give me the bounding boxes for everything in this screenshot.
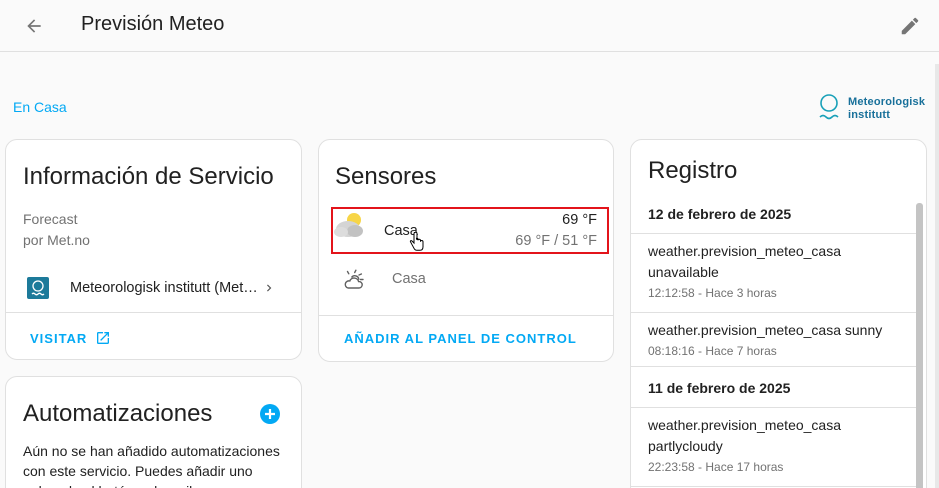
divider	[631, 407, 916, 408]
card-title: Sensores	[335, 163, 437, 190]
sensor-row-weather-2[interactable]: Casa	[331, 261, 609, 299]
automations-card: Automatizaciones Aún no se han añadido a…	[5, 376, 302, 488]
weather-partly-cloudy-outline-icon	[344, 269, 364, 289]
card-title: Automatizaciones	[23, 400, 213, 427]
card-title: Registro	[648, 157, 738, 184]
sensors-card: Sensores Casa 69 °F 69 °F / 51 °F Casa A…	[318, 139, 614, 362]
back-button[interactable]	[20, 12, 48, 40]
provider-name: Meteorologisk institutt (Met.no)	[70, 280, 258, 296]
service-model: Forecast	[23, 211, 78, 227]
log-date-header: 11 de febrero de 2025	[648, 380, 791, 396]
met-logo-icon	[819, 94, 839, 120]
visit-button[interactable]: VISITAR	[30, 328, 111, 348]
hand-pointer-cursor-icon	[409, 232, 424, 251]
log-state: partlycloudy	[648, 438, 723, 454]
logbook-scrollbar[interactable]	[916, 203, 923, 488]
arrow-left-icon	[27, 19, 41, 33]
log-entity: weather.prevision_meteo_casa sunny	[648, 322, 883, 338]
service-description: Forecast por Met.no	[23, 209, 90, 251]
service-info-card: Información de Servicio Forecast por Met…	[5, 139, 302, 360]
log-entity: weather.prevision_meteo_casa	[648, 243, 842, 259]
area-link[interactable]: En Casa	[13, 99, 67, 115]
log-date-header: 12 de febrero de 2025	[648, 206, 792, 222]
add-automation-icon[interactable]	[260, 404, 280, 424]
provider-link[interactable]: Meteorologisk institutt (Met.no)	[6, 271, 301, 307]
brand-line-2: institutt	[848, 109, 891, 121]
divider	[6, 312, 301, 313]
log-time: 08:18:16 - Hace 7 horas	[648, 344, 777, 358]
sensor-temp-range: 69 °F / 51 °F	[515, 233, 597, 249]
service-manufacturer: por Met.no	[23, 232, 90, 248]
chevron-right-icon	[267, 284, 272, 292]
card-title: Información de Servicio	[23, 163, 274, 190]
divider	[631, 233, 916, 234]
divider	[631, 366, 916, 367]
add-to-dashboard-button[interactable]: AÑADIR AL PANEL DE CONTROL	[344, 331, 577, 346]
divider	[631, 486, 916, 487]
partly-cloudy-icon	[334, 213, 363, 237]
divider	[319, 315, 613, 316]
log-entry[interactable]: weather.prevision_meteo_casa partlycloud…	[648, 415, 910, 474]
log-entity: weather.prevision_meteo_casa	[648, 417, 842, 433]
brand-text: Meteorologisk institutt	[848, 96, 925, 122]
visit-label: VISITAR	[30, 330, 88, 346]
brand-logo: Meteorologisk institutt	[818, 93, 930, 123]
page-title: Previsión Meteo	[81, 13, 225, 35]
sensor-row-weather[interactable]: Casa 69 °F 69 °F / 51 °F	[331, 207, 609, 254]
open-in-new-icon	[97, 332, 110, 344]
pencil-icon	[901, 17, 919, 35]
sensor-name: Casa	[392, 271, 426, 287]
top-app-bar: Previsión Meteo	[0, 0, 939, 52]
divider	[631, 312, 916, 313]
log-entry[interactable]: weather.prevision_meteo_casa unavailable…	[648, 241, 910, 300]
log-entry[interactable]: weather.prevision_meteo_casa sunny 08:18…	[648, 320, 910, 358]
provider-logo-icon	[27, 277, 49, 299]
edit-button[interactable]	[896, 12, 924, 40]
page-scrollbar[interactable]	[935, 64, 939, 488]
automations-empty-text: Aún no se han añadido automatizaciones c…	[23, 443, 280, 488]
brand-line-1: Meteorologisk	[848, 96, 926, 108]
log-time: 22:23:58 - Hace 17 horas	[648, 460, 784, 474]
log-time: 12:12:58 - Hace 3 horas	[648, 286, 777, 300]
logbook-card: Registro 12 de febrero de 2025 weather.p…	[630, 139, 927, 488]
log-state: unavailable	[648, 264, 719, 280]
sensor-temperature: 69 °F	[562, 212, 597, 228]
